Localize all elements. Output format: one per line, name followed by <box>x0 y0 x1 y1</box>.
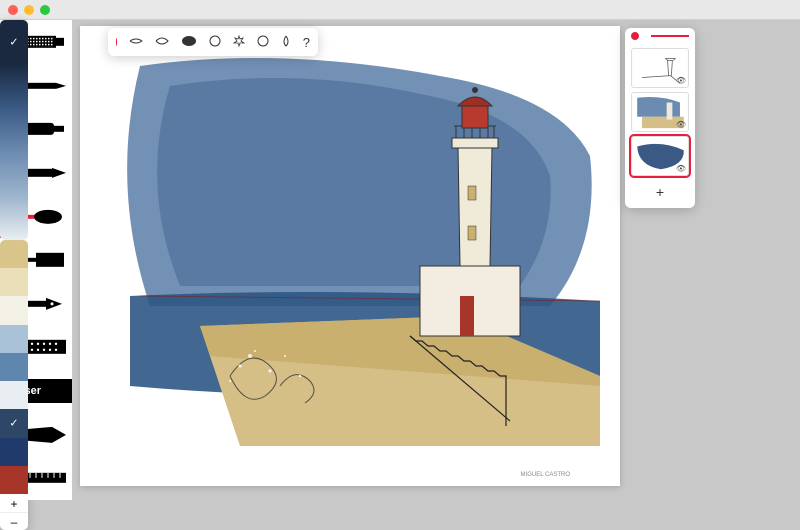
window-titlebar <box>0 0 800 20</box>
artwork-signature: MIGUEL CASTRO <box>521 472 571 478</box>
swatch[interactable] <box>0 152 28 196</box>
swatch[interactable] <box>0 64 28 108</box>
drawing-canvas[interactable]: MIGUEL CASTRO <box>80 26 620 486</box>
tip-teardrop-thin[interactable] <box>129 35 143 50</box>
layer-watercolor[interactable]: 👁 <box>631 136 689 176</box>
tip-ring[interactable] <box>257 35 269 50</box>
panel-close-dot[interactable] <box>631 32 639 40</box>
check-icon: ✓ <box>9 417 18 430</box>
close-window-button[interactable] <box>8 5 18 15</box>
swatch[interactable] <box>0 296 28 324</box>
swatch[interactable] <box>0 108 28 152</box>
swatch[interactable] <box>0 438 28 466</box>
swatch[interactable]: ✓ <box>0 409 28 437</box>
tip-oval-filled[interactable] <box>181 35 197 50</box>
layers-panel: 👁 👁 👁 + <box>625 28 695 208</box>
swatch[interactable] <box>0 196 28 240</box>
tip-help[interactable]: ? <box>303 35 310 50</box>
tip-teardrop[interactable] <box>155 35 169 50</box>
layers-accent <box>651 35 689 37</box>
color-palette: ✓ + – <box>0 240 28 530</box>
remove-swatch-button[interactable]: – <box>0 512 28 530</box>
panel-close-dot[interactable] <box>116 38 117 46</box>
visibility-icon[interactable]: 👁 <box>676 76 686 85</box>
swatch[interactable] <box>0 240 28 268</box>
visibility-icon[interactable]: 👁 <box>676 164 686 173</box>
swatch[interactable] <box>0 381 28 409</box>
zoom-window-button[interactable] <box>40 5 50 15</box>
swatch[interactable] <box>0 353 28 381</box>
swatch[interactable] <box>0 325 28 353</box>
brush-tips-panel: ? <box>108 28 318 56</box>
add-layer-button[interactable]: + <box>625 180 695 204</box>
minimize-window-button[interactable] <box>24 5 34 15</box>
layer-lines[interactable]: 👁 <box>631 48 689 88</box>
artwork-lighthouse: MIGUEL CASTRO <box>80 26 620 486</box>
gradient-palette: ✓ <box>0 20 28 240</box>
visibility-icon[interactable]: 👁 <box>676 120 686 129</box>
tip-circle[interactable] <box>209 35 221 50</box>
swatch[interactable] <box>0 466 28 494</box>
layer-color[interactable]: 👁 <box>631 92 689 132</box>
tip-drop[interactable] <box>281 35 291 50</box>
check-icon: ✓ <box>9 36 18 49</box>
swatch[interactable] <box>0 268 28 296</box>
swatch[interactable]: ✓ <box>0 20 28 64</box>
tip-starburst[interactable] <box>233 35 245 50</box>
